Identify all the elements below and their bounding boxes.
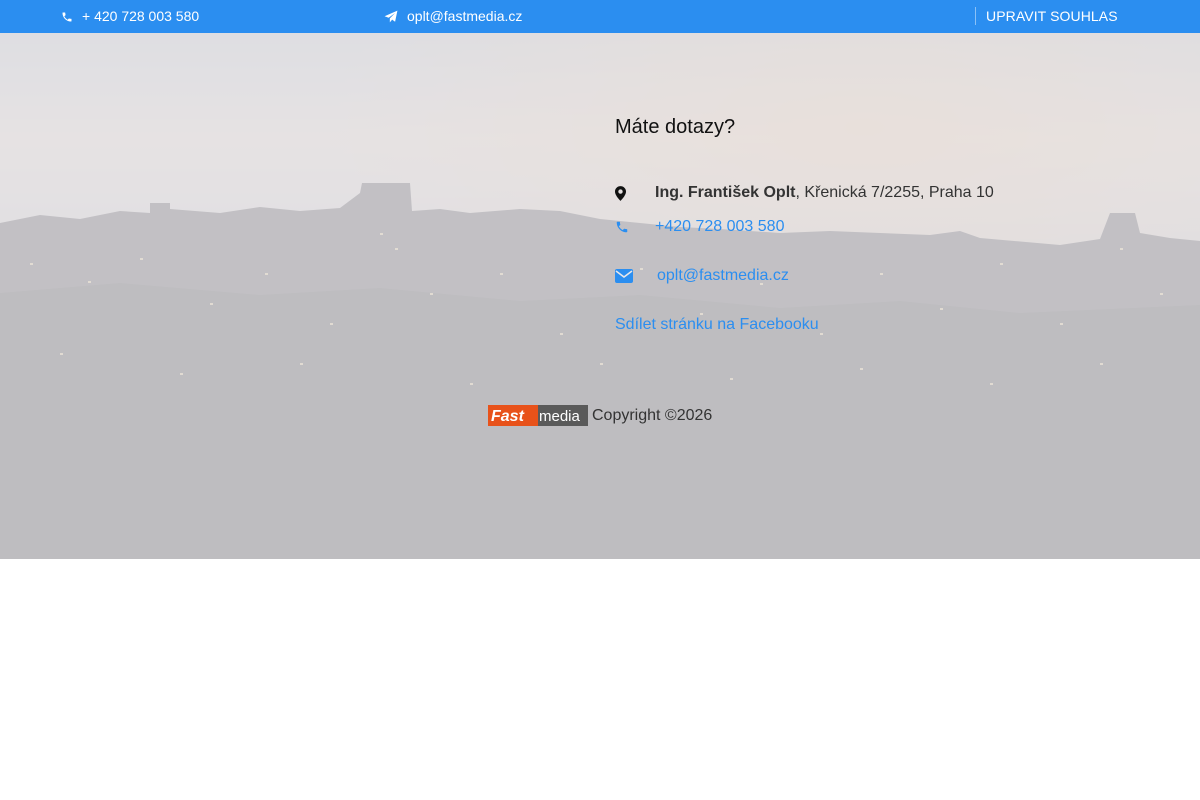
phone-row: +420 728 003 580 [615, 217, 784, 237]
map-marker-icon [615, 185, 655, 201]
footer-section: Máte dotazy? Ing. František Oplt , Křeni… [0, 33, 1200, 559]
facebook-share-link[interactable]: Sdílet stránku na Facebooku [615, 315, 819, 335]
topbar-phone-text: + 420 728 003 580 [82, 8, 200, 24]
email-row: oplt@fastmedia.cz [615, 266, 789, 286]
copyright-text: Copyright ©2026 [592, 406, 713, 424]
topbar-phone-link[interactable]: + 420 728 003 580 [61, 8, 199, 25]
phone-icon [61, 11, 73, 23]
contact-heading: Máte dotazy? [615, 116, 736, 138]
envelope-icon [615, 269, 657, 283]
svg-text:Fast: Fast [491, 408, 525, 425]
svg-text:media: media [539, 408, 581, 425]
fastmedia-logo[interactable]: Fast media [488, 405, 588, 426]
consent-settings-button[interactable]: UPRAVIT SOUHLAS [975, 7, 1118, 25]
address-row: Ing. František Oplt , Křenická 7/2255, P… [615, 183, 994, 203]
phone-icon [615, 220, 655, 234]
contact-address: , Křenická 7/2255, Praha 10 [795, 184, 994, 201]
contact-phone-link[interactable]: +420 728 003 580 [655, 217, 784, 237]
background-overlay [0, 33, 1200, 559]
contact-block: Máte dotazy? Ing. František Oplt , Křeni… [615, 115, 1175, 333]
paper-plane-icon [384, 10, 398, 23]
copyright-line: Fast media Copyright ©2026 [488, 405, 712, 426]
topbar-email-link[interactable]: oplt@fastmedia.cz [384, 8, 522, 25]
contact-email-link[interactable]: oplt@fastmedia.cz [657, 266, 789, 286]
contact-name: Ing. František Oplt [655, 184, 796, 201]
top-bar: + 420 728 003 580 oplt@fastmedia.cz UPRA… [0, 0, 1200, 33]
topbar-email-text: oplt@fastmedia.cz [407, 8, 523, 24]
